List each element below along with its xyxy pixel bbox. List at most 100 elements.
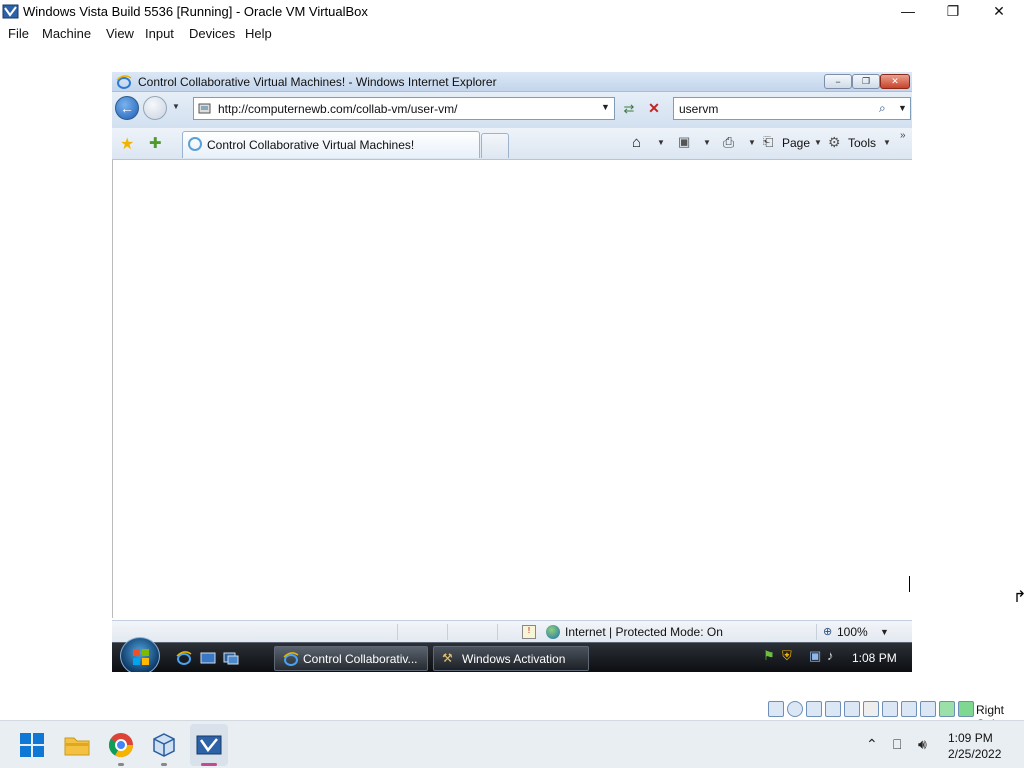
- ie-close-button[interactable]: ✕: [880, 74, 910, 89]
- taskbar-button-ie[interactable]: Control Collaborativ...: [274, 646, 428, 671]
- restore-button[interactable]: ❐: [930, 0, 976, 22]
- feeds-dropdown-icon[interactable]: ▼: [703, 138, 711, 147]
- page-icon: [198, 103, 211, 114]
- network-icon[interactable]: ⎕: [893, 736, 901, 753]
- feeds-icon[interactable]: ▣: [678, 134, 690, 150]
- home-icon[interactable]: ⌂: [632, 134, 641, 151]
- refresh-button[interactable]: ⇄: [618, 97, 640, 120]
- print-icon[interactable]: ⎙: [723, 134, 734, 151]
- stop-icon: ✕: [648, 100, 660, 116]
- recording-status-icon[interactable]: [901, 701, 917, 717]
- tray-network-icon[interactable]: ⚑: [763, 648, 777, 663]
- status-separator: [816, 624, 817, 640]
- tools-menu-button[interactable]: Tools: [848, 136, 876, 150]
- recent-pages-dropdown-icon[interactable]: ▼: [172, 102, 180, 111]
- virtualbox-cube-icon[interactable]: [150, 731, 178, 759]
- print-dropdown-icon[interactable]: ▼: [748, 138, 756, 147]
- back-button[interactable]: ←: [115, 96, 139, 120]
- address-dropdown-icon[interactable]: ▼: [601, 102, 610, 112]
- search-icon[interactable]: ⌕: [879, 101, 886, 116]
- host-clock-time[interactable]: 1:09 PM: [948, 731, 993, 745]
- home-dropdown-icon[interactable]: ▼: [657, 138, 665, 147]
- close-icon: ✕: [891, 76, 899, 86]
- zoom-magnifier-icon: ⊕: [823, 626, 833, 638]
- mouse-integration-status-icon[interactable]: [939, 701, 955, 717]
- new-tab-button[interactable]: [481, 133, 509, 158]
- ie-page-content[interactable]: [112, 160, 912, 618]
- chrome-icon[interactable]: [107, 731, 135, 759]
- ie-status-bar: ! Internet | Protected Mode: On ⊕ 100% ▼: [112, 620, 912, 642]
- keyboard-capture-status-icon[interactable]: [958, 701, 974, 717]
- menu-help[interactable]: Help: [245, 26, 272, 41]
- ie-command-bar: ★ ✚ Control Collaborative Virtual Machin…: [112, 128, 912, 160]
- virtualbox-app-icon: [2, 4, 19, 19]
- mouse-pointer-icon: ↱: [1013, 589, 1024, 606]
- tab-active[interactable]: Control Collaborative Virtual Machines!: [182, 131, 480, 158]
- chevron-overflow-icon[interactable]: »: [900, 130, 906, 141]
- menu-machine[interactable]: Machine: [42, 26, 91, 41]
- vm-window-icon[interactable]: [195, 731, 223, 759]
- menu-input[interactable]: Input: [145, 26, 174, 41]
- vbox-titlebar: Windows Vista Build 5536 [Running] - Ora…: [0, 0, 1024, 23]
- ie-window-title: Control Collaborative Virtual Machines! …: [138, 75, 497, 89]
- quicklaunch-desktop-icon[interactable]: [200, 650, 216, 666]
- tray-monitor-icon[interactable]: ▣: [809, 648, 823, 663]
- optical-drive-status-icon[interactable]: [787, 701, 803, 717]
- tools-dropdown-icon[interactable]: ▼: [883, 138, 891, 147]
- vbox-window-title: Windows Vista Build 5536 [Running] - Ora…: [23, 4, 368, 19]
- menu-file[interactable]: File: [8, 26, 29, 41]
- zoom-dropdown-icon[interactable]: ▼: [880, 627, 889, 637]
- display-status-icon[interactable]: [882, 701, 898, 717]
- tray-security-shield-icon[interactable]: ⛨: [782, 648, 796, 663]
- security-zone-label[interactable]: Internet | Protected Mode: On: [565, 625, 723, 639]
- vista-clock[interactable]: 1:08 PM: [852, 651, 897, 665]
- internet-explorer-icon: [116, 75, 132, 89]
- address-input[interactable]: http://computernewb.com/collab-vm/user-v…: [218, 102, 457, 116]
- search-input[interactable]: uservm: [679, 102, 718, 116]
- stop-button[interactable]: ✕: [643, 97, 665, 120]
- virtualization-status-icon[interactable]: [920, 701, 936, 717]
- minimize-icon: −: [835, 76, 841, 87]
- usb-status-icon[interactable]: [844, 701, 860, 717]
- taskbar-button-label: Control Collaborativ...: [303, 652, 418, 666]
- tray-volume-icon[interactable]: ♪: [827, 648, 841, 663]
- ie-navigation-bar: ← ▼ http://computernewb.com/collab-vm/us…: [112, 92, 912, 128]
- menu-view[interactable]: View: [106, 26, 134, 41]
- search-provider-dropdown-icon[interactable]: ▼: [898, 103, 907, 113]
- popup-blocker-icon[interactable]: !: [522, 625, 536, 639]
- quicklaunch-ie-icon[interactable]: [176, 650, 192, 666]
- vista-start-orb[interactable]: [120, 637, 160, 672]
- ie-minimize-button[interactable]: −: [824, 74, 852, 89]
- taskbar-button-activation[interactable]: ⚒ Windows Activation: [433, 646, 589, 671]
- add-favorite-icon[interactable]: ✚: [149, 134, 162, 152]
- hard-disk-status-icon[interactable]: [768, 701, 784, 717]
- quicklaunch-switcher-icon[interactable]: [223, 650, 239, 666]
- restore-icon: ❐: [861, 76, 871, 86]
- chevron-up-icon[interactable]: ⌃: [866, 736, 878, 753]
- page-menu-button[interactable]: Page: [782, 136, 810, 150]
- network-status-icon[interactable]: [825, 701, 841, 717]
- file-explorer-icon[interactable]: [63, 731, 91, 759]
- audio-status-icon[interactable]: [806, 701, 822, 717]
- page-dropdown-icon[interactable]: ▼: [814, 138, 822, 147]
- shared-folders-status-icon[interactable]: [863, 701, 879, 717]
- internet-explorer-icon: [283, 652, 299, 666]
- address-bar[interactable]: http://computernewb.com/collab-vm/user-v…: [193, 97, 615, 120]
- favorites-star-icon[interactable]: ★: [120, 134, 134, 154]
- taskbar-button-label: Windows Activation: [462, 652, 566, 666]
- volume-icon[interactable]: 🔊︎: [918, 736, 927, 753]
- menu-devices[interactable]: Devices: [189, 26, 235, 41]
- minimize-button[interactable]: —: [885, 0, 931, 22]
- minimize-icon: —: [901, 3, 915, 19]
- windows-start-icon[interactable]: [18, 731, 46, 759]
- ie-restore-button[interactable]: ❐: [852, 74, 880, 89]
- guest-screen[interactable]: Control Collaborative Virtual Machines! …: [112, 72, 912, 672]
- status-separator: [497, 624, 498, 640]
- host-clock-date[interactable]: 2/25/2022: [948, 747, 1001, 761]
- status-separator: [447, 624, 448, 640]
- active-indicator: [201, 763, 217, 766]
- search-box[interactable]: uservm ⌕ ▼: [673, 97, 911, 120]
- close-button[interactable]: ✕: [976, 0, 1022, 22]
- forward-button[interactable]: [143, 96, 167, 120]
- zoom-level[interactable]: 100%: [837, 625, 868, 639]
